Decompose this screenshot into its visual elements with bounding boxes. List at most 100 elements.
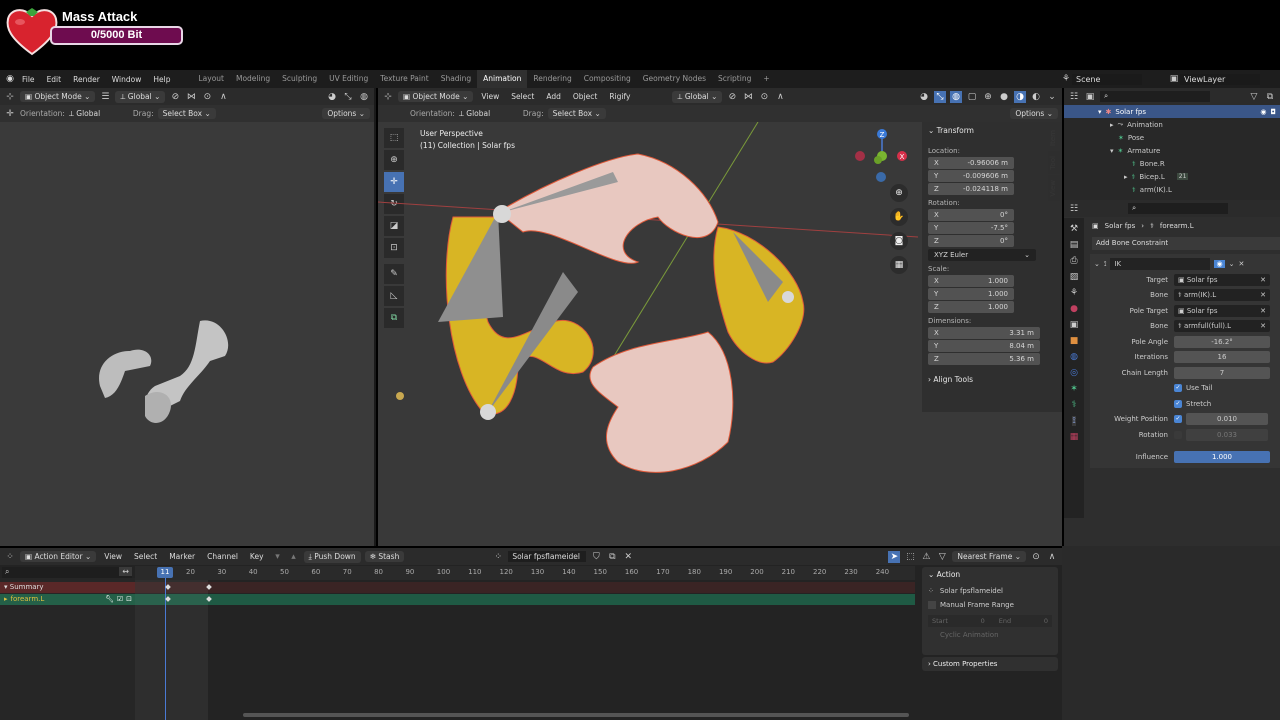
overlay-icon[interactable]: ◍ bbox=[950, 90, 962, 103]
xray-icon[interactable]: ▢ bbox=[966, 91, 978, 103]
scale-z[interactable]: Z 1.000 bbox=[928, 301, 1014, 313]
clear-icon[interactable]: ✕ bbox=[1260, 305, 1266, 317]
transform-orientation[interactable]: ⟂ Global ⌄ bbox=[115, 90, 166, 103]
proportional-edit-icon[interactable]: ⊙ bbox=[1030, 551, 1042, 563]
cyclic-animation[interactable]: Cyclic Animation bbox=[928, 631, 1052, 639]
options-button[interactable]: Options ⌄ bbox=[1010, 108, 1058, 119]
tab-texture-paint[interactable]: Texture Paint bbox=[374, 70, 434, 88]
tab-modeling[interactable]: Modeling bbox=[230, 70, 276, 88]
transform-orientation[interactable]: ⟂ Global ⌄ bbox=[672, 90, 723, 103]
pole-target-field[interactable]: ▣ Solar fps ✕ bbox=[1174, 304, 1270, 317]
drag-dropdown[interactable]: Select Box ⌄ bbox=[547, 108, 606, 119]
menu-select[interactable]: Select bbox=[507, 92, 538, 101]
collapse-icon[interactable]: ⌄ bbox=[1094, 260, 1100, 268]
menu-file[interactable]: File bbox=[16, 75, 41, 84]
align-tools-header[interactable]: › Align Tools bbox=[928, 375, 1056, 384]
left-viewport[interactable]: ⊹ ▣ Object Mode ⌄ ☰ ⟂ Global ⌄ ⊘ ⋈ ⊙ ∧ ◕… bbox=[0, 88, 376, 546]
tab-shading[interactable]: Shading bbox=[435, 70, 477, 88]
manual-frame-range-row[interactable]: Manual Frame Range bbox=[928, 601, 1052, 609]
wireframe-shading-icon[interactable]: ⊕ bbox=[982, 91, 994, 103]
custom-properties-header[interactable]: › Custom Properties bbox=[922, 657, 1058, 671]
dimension-y[interactable]: Y 8.04 m bbox=[928, 340, 1040, 352]
object-tab-icon[interactable]: ■ bbox=[1070, 336, 1079, 346]
outliner-row[interactable]: ▸ ⤳ Animation bbox=[1064, 118, 1280, 131]
tab-scripting[interactable]: Scripting bbox=[712, 70, 757, 88]
visibility-icon[interactable]: ◕ bbox=[918, 91, 930, 103]
layer-down-icon[interactable]: ▾ bbox=[272, 551, 284, 563]
gizmo-icon[interactable]: ⤡ bbox=[342, 91, 354, 103]
rotation-weight-field[interactable]: 0.033 bbox=[1186, 428, 1268, 441]
filter-icon[interactable]: ▽ bbox=[936, 551, 948, 563]
material-shading-icon[interactable]: ◑ bbox=[1014, 90, 1026, 103]
editor-type-icon[interactable]: ⊹ bbox=[382, 91, 394, 103]
snap-dropdown[interactable]: Nearest Frame ⌄ bbox=[952, 551, 1026, 562]
errors-icon[interactable]: ⚠ bbox=[920, 551, 932, 563]
location-x[interactable]: X -0.96006 m bbox=[928, 157, 1014, 169]
gizmo-icon[interactable]: ⤡ bbox=[934, 90, 946, 103]
armature-data-tab-icon[interactable]: ✶ bbox=[1070, 384, 1078, 394]
location-z[interactable]: Z -0.024118 m bbox=[928, 183, 1014, 195]
clear-icon[interactable]: ✕ bbox=[1260, 320, 1266, 332]
layer-up-icon[interactable]: ▴ bbox=[288, 551, 300, 563]
end-field[interactable]: 0 bbox=[1015, 617, 1048, 625]
lock-icon[interactable]: ⊡ bbox=[126, 594, 135, 605]
proportional-edit-icon[interactable]: ⊙ bbox=[201, 91, 213, 103]
physics-tab-icon[interactable]: ◎ bbox=[1070, 368, 1078, 378]
dimension-x[interactable]: X 3.31 m bbox=[928, 327, 1040, 339]
location-y[interactable]: Y -0.009606 m bbox=[928, 170, 1014, 182]
pivot-icon[interactable]: ⊘ bbox=[726, 91, 738, 103]
options-button[interactable]: Options ⌄ bbox=[322, 108, 370, 119]
tab-compositing[interactable]: Compositing bbox=[578, 70, 637, 88]
constraint-enable-toggle[interactable]: ◉ bbox=[1214, 260, 1225, 268]
add-bone-constraint-dropdown[interactable]: Add Bone Constraint bbox=[1092, 237, 1280, 250]
rendered-shading-icon[interactable]: ◐ bbox=[1030, 91, 1042, 103]
falloff-icon[interactable]: ∧ bbox=[774, 91, 786, 103]
editor-type-icon[interactable]: ☷ bbox=[1068, 203, 1080, 215]
menu-window[interactable]: Window bbox=[106, 75, 148, 84]
falloff-icon[interactable]: ∧ bbox=[1046, 551, 1058, 563]
unlink-action-icon[interactable]: ✕ bbox=[622, 551, 634, 563]
menu-render[interactable]: Render bbox=[67, 75, 106, 84]
new-collection-icon[interactable]: ⧉ bbox=[1264, 91, 1276, 103]
modifier-tab-icon[interactable]: ◍ bbox=[1070, 352, 1078, 362]
world-tab-icon[interactable]: ● bbox=[1070, 304, 1078, 314]
bone-field[interactable]: ⚕ arm(IK).L ✕ bbox=[1174, 289, 1270, 301]
tab-sculpting[interactable]: Sculpting bbox=[276, 70, 323, 88]
properties-search[interactable]: ⌕ bbox=[1128, 203, 1228, 214]
horizontal-scrollbar[interactable] bbox=[243, 713, 909, 717]
add-workspace-button[interactable]: + bbox=[757, 70, 775, 88]
tab-rendering[interactable]: Rendering bbox=[527, 70, 577, 88]
scene-icon[interactable]: ⚘ bbox=[1060, 73, 1072, 85]
blender-logo-icon[interactable]: ◉ bbox=[4, 73, 16, 85]
menu-object[interactable]: Object bbox=[569, 92, 601, 101]
use-tail-row[interactable]: ✓ Use Tail bbox=[1094, 381, 1276, 395]
tab-geometry-nodes[interactable]: Geometry Nodes bbox=[637, 70, 712, 88]
menu-view[interactable]: View bbox=[477, 92, 503, 101]
push-down-button[interactable]: ⤓ Push Down bbox=[303, 550, 361, 563]
filter-view-icon[interactable]: ▣ bbox=[1084, 91, 1096, 103]
constraint-menu-icon[interactable]: ⌄ bbox=[1229, 260, 1235, 268]
view-layer-tab-icon[interactable]: ▨ bbox=[1070, 272, 1079, 282]
scene-tab-icon[interactable]: ⚘ bbox=[1070, 288, 1078, 298]
outliner-row[interactable]: ✶ Pose bbox=[1064, 131, 1280, 144]
action-panel-header[interactable]: ⌄ Action bbox=[928, 570, 1052, 579]
zoom-icon[interactable]: ⊕ bbox=[890, 184, 908, 202]
orientation-dropdown[interactable]: ⟂ Global bbox=[69, 109, 129, 119]
tab-uv-editing[interactable]: UV Editing bbox=[323, 70, 374, 88]
stash-button[interactable]: ❄ Stash bbox=[364, 551, 405, 562]
target-field[interactable]: ▣ Solar fps ✕ bbox=[1174, 273, 1270, 286]
scale-y[interactable]: Y 1.000 bbox=[928, 288, 1014, 300]
rotation-x[interactable]: X 0° bbox=[928, 209, 1014, 221]
menu-icon[interactable]: ☰ bbox=[99, 91, 111, 103]
pole-angle-field[interactable]: -16.2° bbox=[1174, 335, 1270, 348]
transform-header[interactable]: ⌄ Transform bbox=[928, 126, 1056, 135]
tab-layout[interactable]: Layout bbox=[192, 70, 230, 88]
menu-help[interactable]: Help bbox=[147, 75, 176, 84]
proportional-edit-icon[interactable]: ⊙ bbox=[758, 91, 770, 103]
pole-bone-field[interactable]: ⚕ armfull(full).L ✕ bbox=[1174, 320, 1270, 332]
constraint-name-field[interactable]: IK bbox=[1110, 258, 1211, 270]
menu-select[interactable]: Select bbox=[130, 552, 161, 561]
navigation-gizmo[interactable]: Z X bbox=[854, 126, 914, 186]
outliner-row[interactable]: ▾ ✱ Solar fps ◉ ◘ bbox=[1064, 105, 1280, 118]
rotation-z[interactable]: Z 0° bbox=[928, 235, 1014, 247]
